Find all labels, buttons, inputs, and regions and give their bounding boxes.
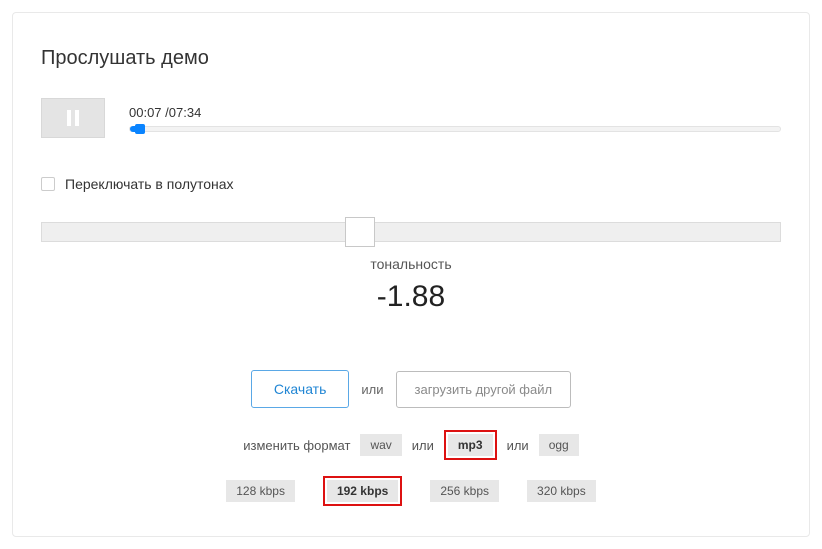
download-button[interactable]: Скачать bbox=[251, 370, 350, 408]
semitone-label: Переключать в полутонах bbox=[65, 176, 234, 192]
audio-demo-card: Прослушать демо 00:07 /07:34 Переключать… bbox=[12, 12, 810, 537]
tone-label: тональность bbox=[41, 256, 781, 272]
bitrate-row: 128 kbps 192 kbps 256 kbps 320 kbps bbox=[41, 476, 781, 506]
bitrate-128[interactable]: 128 kbps bbox=[226, 480, 295, 502]
progress-thumb[interactable] bbox=[135, 124, 145, 134]
highlight-box-format: mp3 bbox=[444, 430, 497, 460]
bitrate-192[interactable]: 192 kbps bbox=[327, 480, 398, 502]
or-text-2: или bbox=[412, 438, 434, 453]
format-row: изменить формат wav или mp3 или ogg bbox=[41, 430, 781, 460]
or-text-1: или bbox=[361, 382, 383, 397]
format-mp3[interactable]: mp3 bbox=[448, 434, 493, 456]
pause-button[interactable] bbox=[41, 98, 105, 138]
format-label: изменить формат bbox=[243, 438, 350, 453]
highlight-box-bitrate: 192 kbps bbox=[323, 476, 402, 506]
tone-thumb[interactable] bbox=[345, 217, 375, 247]
semitone-checkbox[interactable] bbox=[41, 177, 55, 191]
pause-icon bbox=[67, 110, 79, 126]
tone-slider[interactable] bbox=[41, 222, 781, 242]
tone-slider-wrap: тональность -1.88 bbox=[41, 222, 781, 314]
format-ogg[interactable]: ogg bbox=[539, 434, 579, 456]
time-sep: / bbox=[162, 105, 169, 120]
tone-value: -1.88 bbox=[41, 280, 781, 314]
time-current: 00:07 bbox=[129, 105, 162, 120]
time-total: 07:34 bbox=[169, 105, 202, 120]
upload-other-button[interactable]: загрузить другой файл bbox=[396, 371, 572, 408]
audio-player: 00:07 /07:34 bbox=[41, 98, 781, 138]
time-display: 00:07 /07:34 bbox=[129, 105, 781, 120]
or-text-3: или bbox=[507, 438, 529, 453]
bitrate-256[interactable]: 256 kbps bbox=[430, 480, 499, 502]
player-main: 00:07 /07:34 bbox=[129, 105, 781, 132]
bitrate-320[interactable]: 320 kbps bbox=[527, 480, 596, 502]
progress-track[interactable] bbox=[129, 126, 781, 132]
semitone-row: Переключать в полутонах bbox=[41, 176, 781, 192]
actions-row: Скачать или загрузить другой файл bbox=[41, 370, 781, 408]
format-wav[interactable]: wav bbox=[360, 434, 401, 456]
card-title: Прослушать демо bbox=[41, 47, 781, 70]
